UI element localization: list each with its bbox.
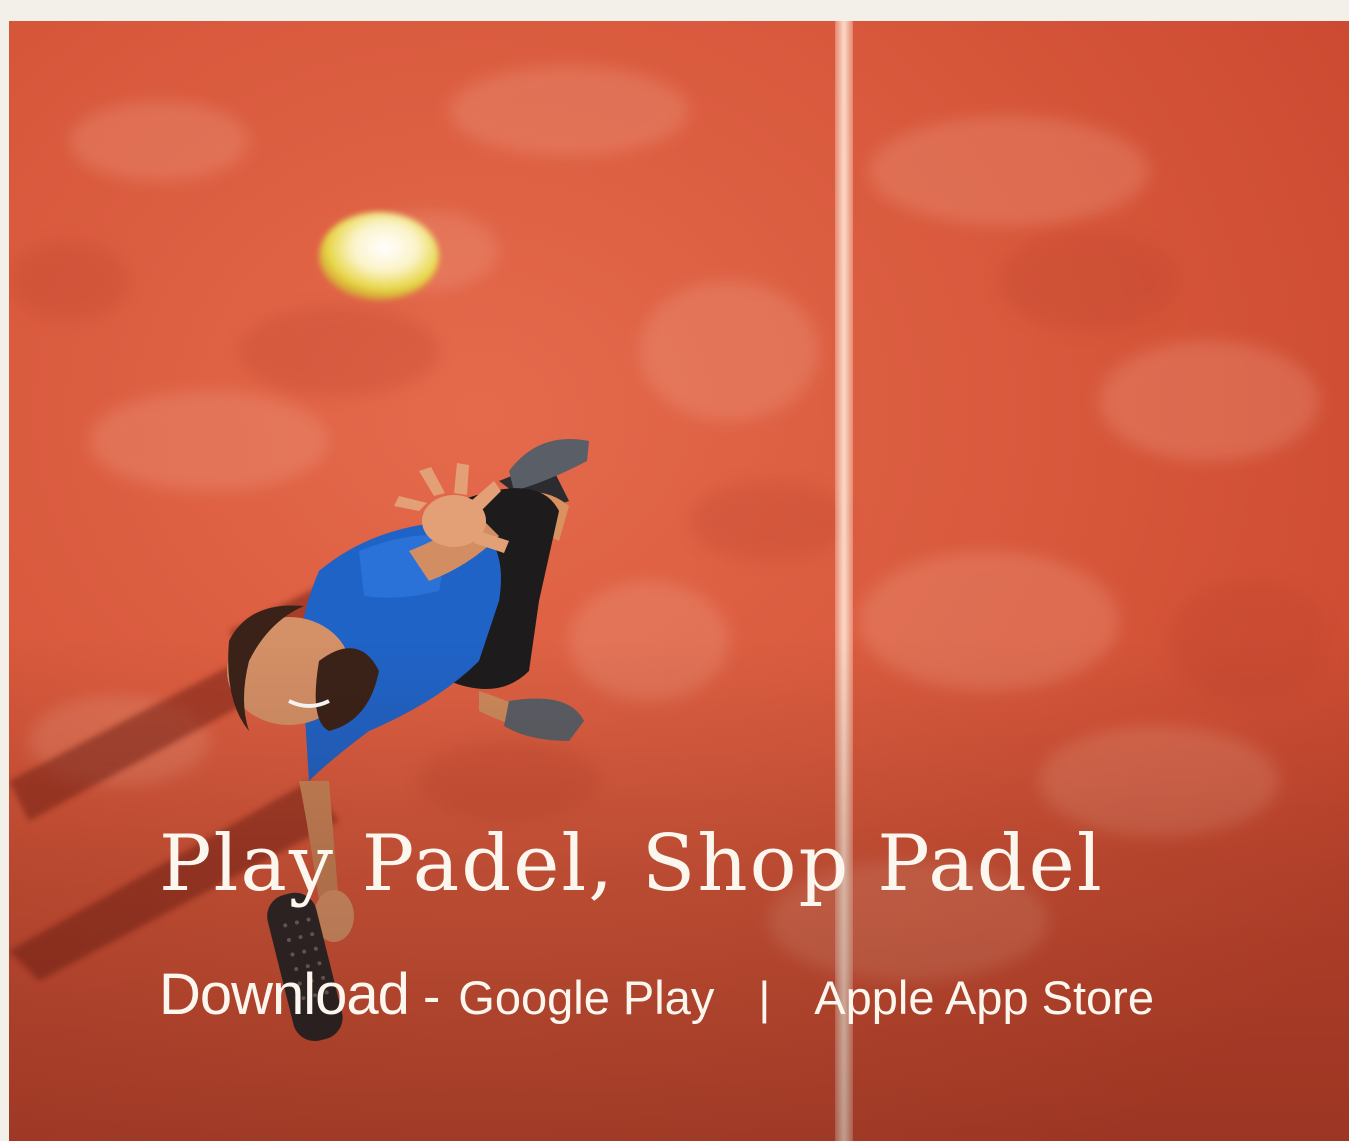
download-dash: - — [422, 968, 441, 1026]
apple-app-store-link[interactable]: Apple App Store — [814, 970, 1154, 1025]
download-label: Download — [159, 962, 410, 1027]
download-row: Download - Google Play | Apple App Store — [159, 961, 1154, 1028]
hero-banner: Play Padel, Shop Padel Download - Google… — [9, 21, 1349, 1141]
google-play-link[interactable]: Google Play — [458, 970, 714, 1025]
link-separator: | — [758, 972, 771, 1024]
hero-headline: Play Padel, Shop Padel — [159, 819, 1104, 909]
